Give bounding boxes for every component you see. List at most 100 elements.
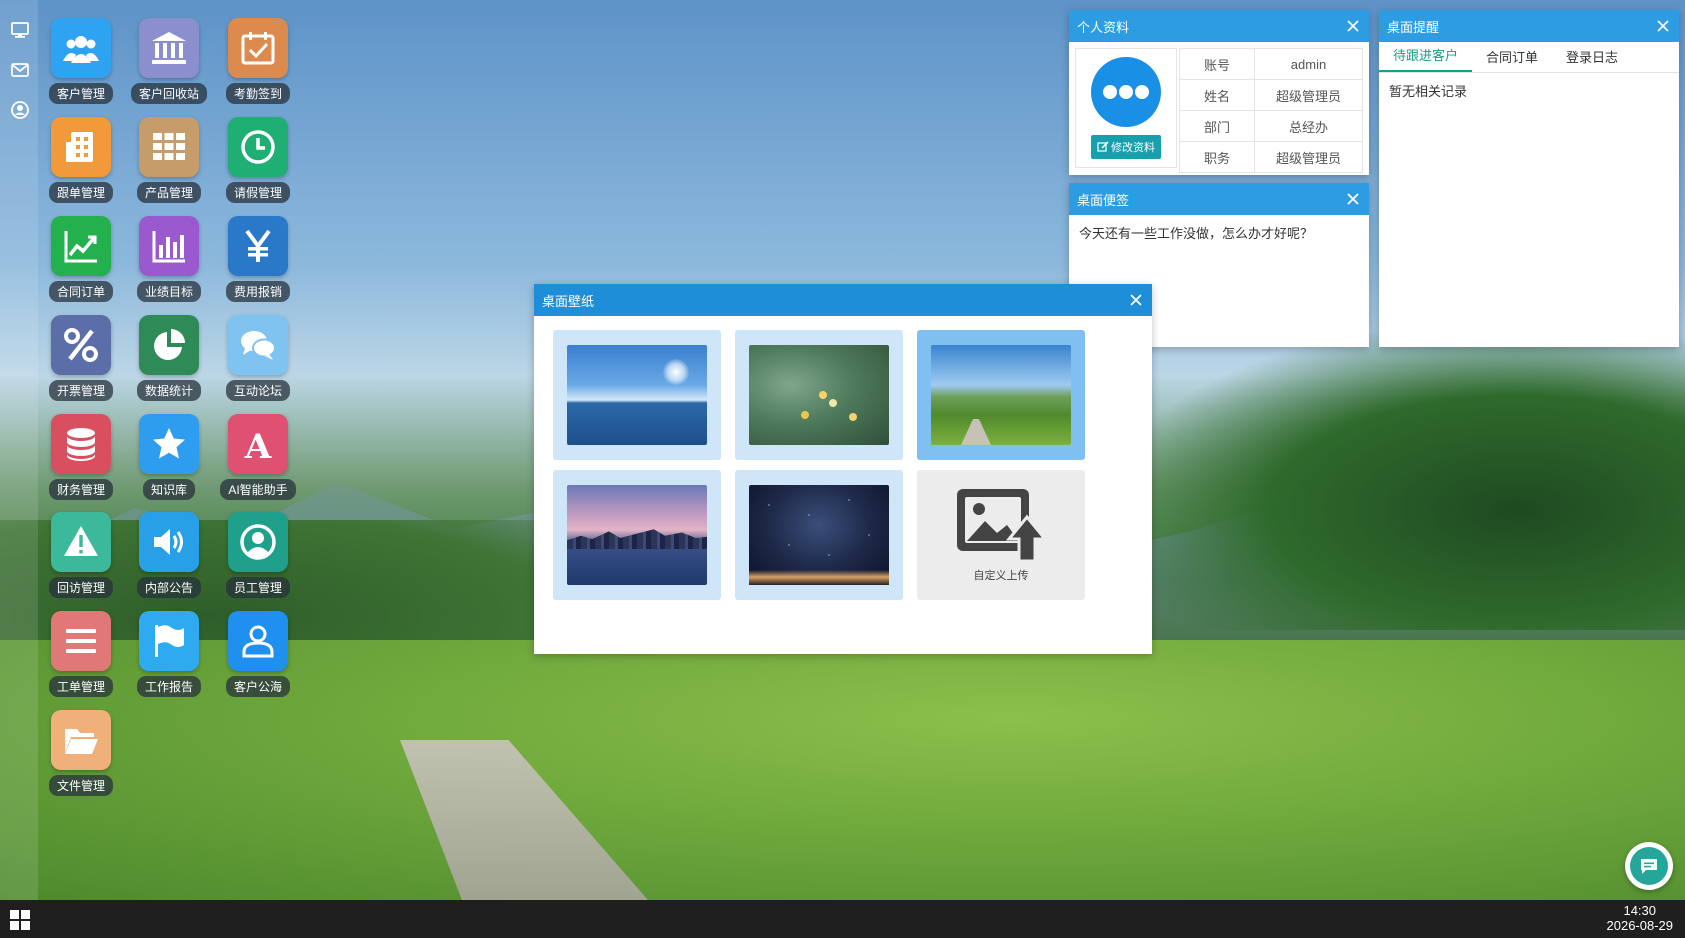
app-label: 工单管理 [48, 676, 113, 697]
desktop-app[interactable]: 请假管理 [210, 117, 306, 203]
profile-window: 个人资料 修改资料 账号 admin 姓名 超级管理员 部门 总经办 职务 超级管理员 [1069, 10, 1369, 175]
app-tile[interactable] [51, 710, 111, 770]
tab-login-log[interactable]: 登录日志 [1552, 43, 1632, 72]
desktop-app[interactable]: 考勤签到 [210, 18, 306, 104]
calendar-check-icon [241, 32, 275, 65]
app-label: 合同订单 [48, 281, 113, 302]
flag-icon [155, 625, 184, 657]
profile-value: admin [1254, 48, 1363, 80]
desktop-app[interactable]: A AI智能助手 [210, 414, 306, 500]
desktop-app[interactable]: 业绩目标 [121, 216, 217, 302]
desktop-app[interactable]: 合同订单 [33, 216, 129, 302]
app-label: 回访管理 [48, 577, 113, 598]
desktop-app[interactable]: 客户管理 [33, 18, 129, 104]
mail-icon[interactable] [10, 60, 30, 80]
windows-start-icon[interactable] [9, 909, 31, 931]
app-tile[interactable] [51, 117, 111, 177]
desktop-app[interactable]: 文件管理 [33, 710, 129, 796]
wallpaper-option-meadow[interactable] [917, 330, 1085, 460]
app-tile[interactable] [228, 216, 288, 276]
users-icon [63, 36, 99, 63]
app-tile[interactable] [228, 117, 288, 177]
wallpaper-window-titlebar[interactable]: 桌面壁纸 [534, 284, 1152, 316]
desktop-app[interactable]: 知识库 [121, 414, 217, 500]
app-label: 考勤签到 [225, 83, 290, 104]
app-label: 费用报销 [225, 281, 290, 302]
avatar [1091, 57, 1161, 127]
app-tile[interactable] [228, 18, 288, 78]
app-tile[interactable] [51, 512, 111, 572]
taskbar-clock[interactable]: 14:30 2026-08-29 [1607, 903, 1674, 933]
app-tile[interactable] [139, 414, 199, 474]
custom-upload-button[interactable]: 自定义上传 [917, 470, 1085, 600]
desktop-app[interactable]: 内部公告 [121, 512, 217, 598]
desktop-app[interactable]: 开票管理 [33, 315, 129, 401]
app-label: 数据统计 [136, 380, 201, 401]
desktop-app[interactable]: 工作报告 [121, 611, 217, 697]
app-tile[interactable] [139, 512, 199, 572]
app-label: 知识库 [142, 479, 195, 500]
app-tile[interactable] [139, 611, 199, 671]
app-tile[interactable] [228, 315, 288, 375]
taskbar: 14:30 2026-08-29 [0, 900, 1685, 938]
desktop-app[interactable]: 产品管理 [121, 117, 217, 203]
profile-table: 账号 admin 姓名 超级管理员 部门 总经办 职务 超级管理员 [1179, 48, 1363, 173]
app-tile[interactable] [51, 315, 111, 375]
note-window-titlebar[interactable]: 桌面便签 [1069, 183, 1369, 215]
close-icon[interactable] [1128, 292, 1144, 308]
desktop-app[interactable]: 工单管理 [33, 611, 129, 697]
user-icon[interactable] [10, 100, 30, 120]
desktop-app[interactable]: 互动论坛 [210, 315, 306, 401]
close-icon[interactable] [1345, 191, 1361, 207]
wallpaper-thumbnail [931, 345, 1071, 445]
table-row: 职务 超级管理员 [1179, 141, 1363, 173]
app-tile[interactable] [228, 611, 288, 671]
note-window-title: 桌面便签 [1077, 192, 1130, 208]
app-tile[interactable] [139, 18, 199, 78]
profile-key: 部门 [1179, 110, 1255, 142]
app-tile[interactable] [51, 18, 111, 78]
wallpaper-option-city[interactable] [553, 470, 721, 600]
app-tile[interactable] [139, 117, 199, 177]
desktop-app[interactable]: 客户回收站 [121, 18, 217, 104]
chat-bubbles-icon [241, 331, 276, 360]
monitor-icon[interactable] [10, 20, 30, 40]
edit-profile-button[interactable]: 修改资料 [1091, 135, 1161, 159]
letter-a-icon: A [244, 427, 272, 463]
pie-chart-icon [154, 329, 185, 360]
empty-message: 暂无相关记录 [1389, 84, 1468, 99]
wallpaper-option-stars[interactable] [735, 470, 903, 600]
desktop-app[interactable]: 回访管理 [33, 512, 129, 598]
desktop-app[interactable]: 跟单管理 [33, 117, 129, 203]
profile-window-titlebar[interactable]: 个人资料 [1069, 10, 1369, 42]
app-tile[interactable]: A [228, 414, 288, 474]
grid-icon [153, 133, 185, 160]
app-tile[interactable] [51, 216, 111, 276]
app-tile[interactable] [51, 611, 111, 671]
tab-pending-customers[interactable]: 待跟进客户 [1379, 41, 1473, 72]
app-label: 开票管理 [48, 380, 113, 401]
app-tile[interactable] [228, 512, 288, 572]
app-tile[interactable] [139, 315, 199, 375]
app-label: 客户管理 [48, 83, 113, 104]
desktop-app[interactable]: 费用报销 [210, 216, 306, 302]
desktop-app[interactable]: 客户公海 [210, 611, 306, 697]
wallpaper-option-sea[interactable] [553, 330, 721, 460]
wallpaper-thumbnail [749, 345, 889, 445]
close-icon[interactable] [1345, 18, 1361, 34]
reminder-window-titlebar[interactable]: 桌面提醒 [1379, 10, 1679, 42]
app-tile[interactable] [139, 216, 199, 276]
chat-button[interactable] [1625, 842, 1673, 890]
desktop-app[interactable]: 财务管理 [33, 414, 129, 500]
app-label: 客户回收站 [130, 83, 207, 104]
app-tile[interactable] [51, 414, 111, 474]
desktop-app[interactable]: 数据统计 [121, 315, 217, 401]
desktop-app[interactable]: 员工管理 [210, 512, 306, 598]
tab-contract-orders[interactable]: 合同订单 [1472, 43, 1552, 72]
profile-window-title: 个人资料 [1077, 19, 1130, 35]
close-icon[interactable] [1655, 18, 1671, 34]
building-icon [66, 132, 93, 162]
profile-key: 账号 [1179, 48, 1255, 80]
wallpaper-option-flower[interactable] [735, 330, 903, 460]
app-label: 业绩目标 [136, 281, 201, 302]
